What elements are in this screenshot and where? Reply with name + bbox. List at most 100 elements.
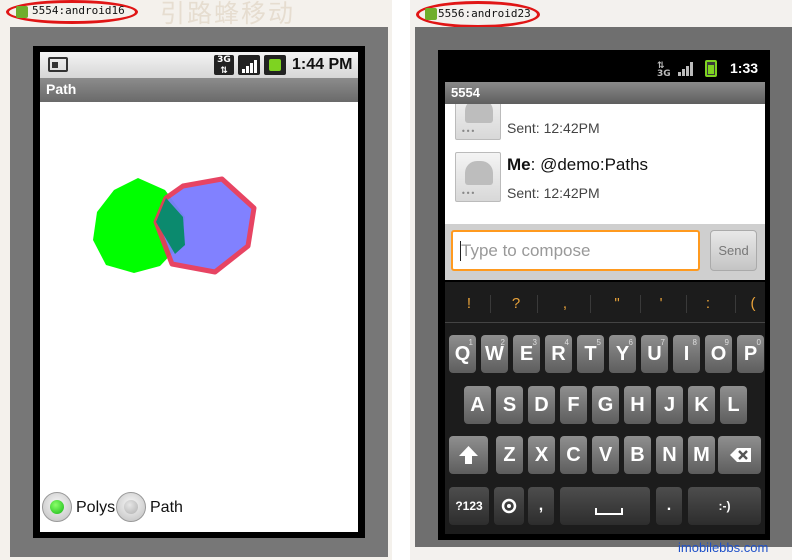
network-3g-icon: 3G ⇅ <box>214 55 234 76</box>
message-sent-time: Sent: 12:42PM <box>507 120 600 136</box>
key-label: I <box>683 343 690 365</box>
key-alt-label: 4 <box>564 338 569 347</box>
thread-title: 5554 <box>451 85 480 100</box>
dots-icon: ••• <box>461 189 476 198</box>
key-k[interactable]: K <box>688 386 715 424</box>
key-p[interactable]: P0 <box>737 335 764 373</box>
send-button[interactable]: Send <box>710 230 757 271</box>
key-l[interactable]: L <box>720 386 747 424</box>
compose-input[interactable]: Type to compose <box>451 230 700 271</box>
app-title-bar: Path <box>40 78 358 102</box>
key-g[interactable]: G <box>592 386 619 424</box>
key-m[interactable]: M <box>688 436 715 474</box>
key-z[interactable]: Z <box>496 436 523 474</box>
drawing-canvas[interactable] <box>40 102 358 532</box>
period-key[interactable]: . <box>656 487 682 525</box>
key-h[interactable]: H <box>624 386 651 424</box>
key-o[interactable]: O9 <box>705 335 732 373</box>
symbols-mode-key[interactable]: ?123 <box>449 487 489 525</box>
key-label: C <box>566 444 581 466</box>
suggestion-item[interactable]: ? <box>504 295 528 312</box>
radio-label-polys[interactable]: Polys <box>76 499 115 517</box>
suggestion-divider <box>590 295 591 313</box>
key-alt-label: 2 <box>500 338 505 347</box>
contact-avatar[interactable]: ••• <box>455 104 501 140</box>
suggestion-item[interactable]: : <box>696 295 720 312</box>
smiley-key[interactable]: :-) <box>688 487 761 525</box>
key-b[interactable]: B <box>624 436 651 474</box>
key-e[interactable]: E3 <box>513 335 540 373</box>
key-label: F <box>567 394 580 416</box>
key-c[interactable]: C <box>560 436 587 474</box>
key-i[interactable]: I8 <box>673 335 700 373</box>
key-alt-label: 1 <box>468 338 473 347</box>
key-label: D <box>534 394 549 416</box>
network-3g-icon: ⇅ 3G <box>657 61 671 79</box>
key-s[interactable]: S <box>496 386 523 424</box>
android-avatar-icon <box>465 104 493 123</box>
key-alt-label: 7 <box>660 338 665 347</box>
shift-key[interactable] <box>449 436 488 474</box>
key-label: N <box>662 444 677 466</box>
faded-banner-text: 引路蜂移动 <box>160 0 296 28</box>
key-x[interactable]: X <box>528 436 555 474</box>
backspace-key[interactable] <box>718 436 761 474</box>
key-alt-label: 3 <box>532 338 537 347</box>
radio-unselected-dot <box>124 500 138 514</box>
screenshot-root: 引路蜂移动 5554:android16 3G ⇅ 1:44 PM Path Po… <box>0 0 792 560</box>
suggestion-item[interactable]: " <box>605 295 629 312</box>
status-bar: 3G ⇅ 1:44 PM <box>40 52 358 78</box>
signal-icon <box>678 62 694 76</box>
key-q[interactable]: Q1 <box>449 335 476 373</box>
key-a[interactable]: A <box>464 386 491 424</box>
key-r[interactable]: R4 <box>545 335 572 373</box>
suggestion-strip: ! ? , " ' : ( <box>445 285 765 323</box>
key-label: P <box>743 343 758 365</box>
key-y[interactable]: Y6 <box>609 335 636 373</box>
key-alt-label: 5 <box>596 338 601 347</box>
suggestion-divider <box>686 295 687 313</box>
contact-avatar[interactable]: ••• <box>455 152 501 202</box>
key-n[interactable]: N <box>656 436 683 474</box>
key-label: T <box>584 343 597 365</box>
key-label: Z <box>503 444 516 466</box>
comma-key[interactable]: , <box>528 487 554 525</box>
notification-icon[interactable] <box>48 57 68 72</box>
key-d[interactable]: D <box>528 386 555 424</box>
key-u[interactable]: U7 <box>641 335 668 373</box>
key-j[interactable]: J <box>656 386 683 424</box>
message-list[interactable]: ••• Sent: 12:42PM ••• Me: @demo:Paths Se… <box>445 104 765 224</box>
shift-arrow-icon <box>459 446 478 464</box>
radio-path[interactable] <box>116 492 146 522</box>
key-t[interactable]: T5 <box>577 335 604 373</box>
suggestion-item[interactable]: ' <box>649 295 673 312</box>
key-alt-label: 0 <box>756 338 761 347</box>
key-label: X <box>534 444 549 466</box>
android-avatar-icon <box>465 161 493 185</box>
emulator-app-icon <box>425 8 437 20</box>
suggestion-item[interactable]: ! <box>457 295 481 312</box>
key-label: Y <box>615 343 630 365</box>
key-label: L <box>727 394 740 416</box>
suggestion-divider <box>537 295 538 313</box>
key-f[interactable]: F <box>560 386 587 424</box>
battery-charging-icon <box>264 55 286 75</box>
key-label: M <box>693 444 710 466</box>
gear-icon <box>501 498 517 514</box>
key-label: R <box>551 343 566 365</box>
radio-selected-dot <box>50 500 64 514</box>
settings-key[interactable] <box>494 487 524 525</box>
key-label: G <box>597 394 614 416</box>
suggestion-item[interactable]: ( <box>744 295 762 312</box>
signal-icon <box>238 55 260 75</box>
key-v[interactable]: V <box>592 436 619 474</box>
key-label: H <box>630 394 645 416</box>
key-alt-label: 9 <box>724 338 729 347</box>
space-bar[interactable] <box>560 487 650 525</box>
key-w[interactable]: W2 <box>481 335 508 373</box>
key-alt-label: 6 <box>628 338 633 347</box>
battery-charging-icon <box>705 60 717 77</box>
suggestion-item[interactable]: , <box>553 295 577 312</box>
radio-polys[interactable] <box>42 492 72 522</box>
radio-label-path[interactable]: Path <box>150 499 183 517</box>
